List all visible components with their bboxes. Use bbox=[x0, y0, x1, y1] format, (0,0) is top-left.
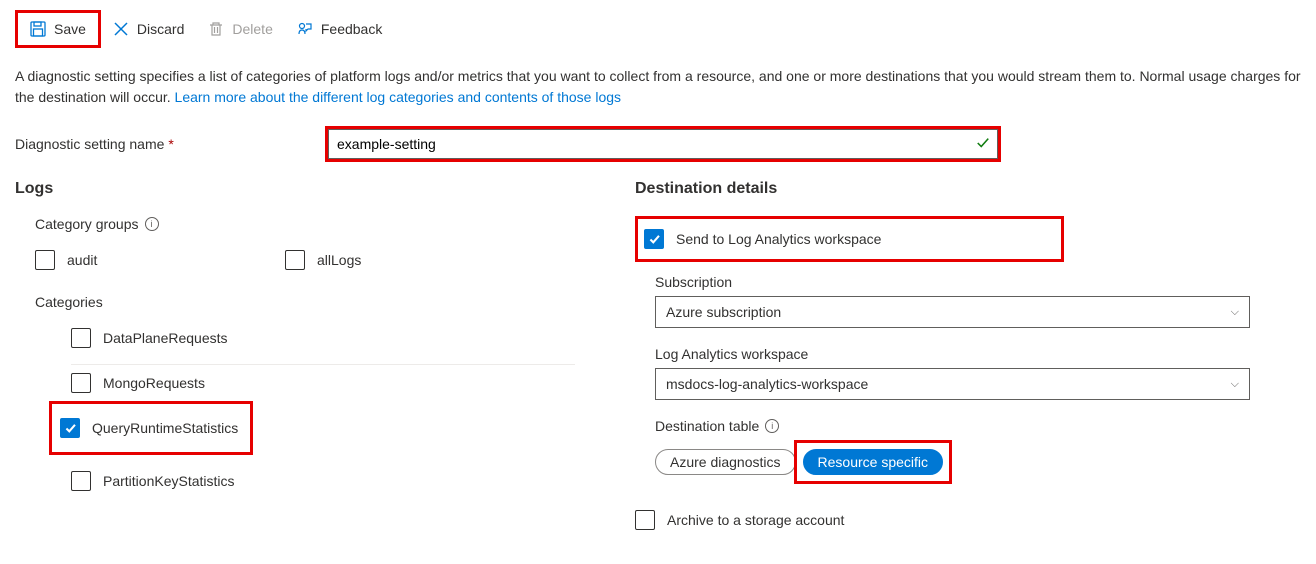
destination-section: Destination details Send to Log Analytic… bbox=[635, 180, 1301, 538]
close-icon bbox=[113, 21, 129, 37]
save-icon bbox=[30, 21, 46, 37]
mongorequests-checkbox[interactable] bbox=[71, 373, 91, 393]
required-indicator: * bbox=[168, 136, 173, 152]
azure-diagnostics-pill[interactable]: Azure diagnostics bbox=[655, 449, 796, 475]
send-to-log-checkbox[interactable] bbox=[644, 229, 664, 249]
subscription-label: Subscription bbox=[655, 274, 1301, 290]
info-icon[interactable]: i bbox=[765, 419, 779, 433]
destination-title: Destination details bbox=[635, 180, 1301, 198]
setting-name-row: Diagnostic setting name* bbox=[15, 126, 1301, 162]
category-groups-label: Category groups bbox=[35, 216, 139, 232]
partitionkeystatistics-checkbox[interactable] bbox=[71, 471, 91, 491]
logs-section: Logs Category groups i audit allLogs Cat… bbox=[15, 180, 575, 538]
feedback-icon bbox=[297, 21, 313, 37]
save-button[interactable]: Save bbox=[15, 10, 101, 48]
logs-title: Logs bbox=[15, 180, 575, 198]
subscription-value: Azure subscription bbox=[666, 304, 781, 320]
mongorequests-label: MongoRequests bbox=[103, 375, 205, 391]
resource-specific-pill[interactable]: Resource specific bbox=[803, 449, 944, 475]
setting-name-label: Diagnostic setting name bbox=[15, 136, 164, 152]
dest-table-label: Destination table bbox=[655, 418, 759, 434]
setting-name-input[interactable] bbox=[328, 129, 998, 159]
feedback-button[interactable]: Feedback bbox=[285, 10, 394, 48]
delete-label: Delete bbox=[232, 21, 272, 37]
categories-label: Categories bbox=[35, 294, 103, 310]
save-label: Save bbox=[54, 21, 86, 37]
subscription-dropdown[interactable]: Azure subscription ⌵ bbox=[655, 296, 1250, 328]
info-icon[interactable]: i bbox=[145, 217, 159, 231]
trash-icon bbox=[208, 21, 224, 37]
chevron-down-icon: ⌵ bbox=[1231, 306, 1239, 319]
send-to-log-label: Send to Log Analytics workspace bbox=[676, 231, 881, 247]
chevron-down-icon: ⌵ bbox=[1231, 378, 1239, 391]
description-text: A diagnostic setting specifies a list of… bbox=[15, 66, 1301, 108]
audit-checkbox[interactable] bbox=[35, 250, 55, 270]
workspace-dropdown[interactable]: msdocs-log-analytics-workspace ⌵ bbox=[655, 368, 1250, 400]
dataplanerequests-checkbox[interactable] bbox=[71, 328, 91, 348]
workspace-value: msdocs-log-analytics-workspace bbox=[666, 376, 868, 392]
audit-label: audit bbox=[67, 252, 97, 268]
delete-button: Delete bbox=[196, 10, 284, 48]
discard-label: Discard bbox=[137, 21, 184, 37]
archive-storage-checkbox[interactable] bbox=[635, 510, 655, 530]
valid-check-icon bbox=[976, 136, 990, 153]
partitionkeystatistics-label: PartitionKeyStatistics bbox=[103, 473, 235, 489]
learn-more-link[interactable]: Learn more about the different log categ… bbox=[175, 89, 621, 105]
alllogs-checkbox[interactable] bbox=[285, 250, 305, 270]
feedback-label: Feedback bbox=[321, 21, 382, 37]
dataplanerequests-label: DataPlaneRequests bbox=[103, 330, 228, 346]
discard-button[interactable]: Discard bbox=[101, 10, 196, 48]
workspace-label: Log Analytics workspace bbox=[655, 346, 1301, 362]
alllogs-label: allLogs bbox=[317, 252, 361, 268]
queryruntimestatistics-label: QueryRuntimeStatistics bbox=[92, 420, 238, 436]
toolbar: Save Discard Delete Feedback bbox=[15, 10, 1301, 48]
queryruntimestatistics-checkbox[interactable] bbox=[60, 418, 80, 438]
archive-storage-label: Archive to a storage account bbox=[667, 512, 844, 528]
